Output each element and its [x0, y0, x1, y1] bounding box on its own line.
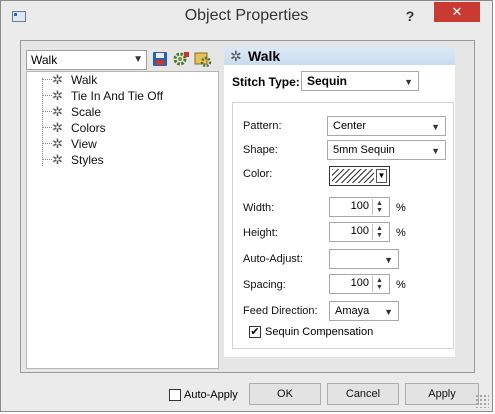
gear-icon: ✲ — [52, 120, 63, 135]
save-icon[interactable] — [151, 50, 169, 68]
chevron-down-icon: ▼ — [404, 77, 413, 87]
tree-item-label: Walk — [71, 73, 98, 87]
properties-tree: ✲ Walk ✲ Tie In And Tie Off ✲ Scale ✲ Co… — [26, 71, 219, 369]
spin-down-icon[interactable]: ▼ — [376, 284, 383, 291]
cancel-button[interactable]: Cancel — [327, 383, 399, 405]
stitch-type-select[interactable]: Sequin ▼ — [301, 71, 419, 91]
spacing-value: 100 — [350, 277, 369, 289]
spin-up-icon[interactable]: ▲ — [376, 277, 383, 284]
spacing-spinner[interactable]: 100 ▲ ▼ — [329, 274, 390, 294]
width-label: Width: — [243, 202, 275, 214]
resize-grip[interactable] — [475, 394, 489, 408]
tree-item-label: View — [71, 137, 97, 151]
tree-connector — [42, 78, 43, 166]
shape-value: 5mm Sequin — [333, 144, 395, 156]
spinner-buttons[interactable]: ▲ ▼ — [372, 199, 388, 215]
gear-icon: ✲ — [52, 88, 63, 103]
spin-down-icon[interactable]: ▼ — [376, 207, 383, 214]
color-label: Color: — [243, 168, 273, 180]
tree-connector — [42, 127, 52, 128]
height-label: Height: — [243, 227, 278, 239]
width-value: 100 — [350, 200, 369, 212]
shape-select[interactable]: 5mm Sequin ▼ — [327, 140, 446, 160]
sequin-compensation-checkbox[interactable]: ✔ — [249, 326, 261, 338]
color-swatch-pattern — [332, 169, 374, 183]
tree-item-label: Styles — [71, 153, 104, 167]
tree-connector — [42, 143, 52, 144]
checkmark-icon: ✔ — [250, 326, 260, 338]
panel-header: ✲ Walk — [224, 47, 455, 65]
tree-connector — [42, 79, 52, 80]
tree-connector — [42, 159, 52, 160]
gear-icon: ✲ — [52, 104, 63, 119]
spacing-label: Spacing: — [243, 279, 286, 291]
pattern-label: Pattern: — [243, 120, 282, 132]
stitch-type-label: Stitch Type: — [232, 75, 300, 89]
chevron-down-icon: ▼ — [376, 169, 387, 183]
tree-item-label: Tie In And Tie Off — [71, 89, 164, 103]
spin-down-icon[interactable]: ▼ — [376, 232, 383, 239]
auto-apply-checkbox[interactable] — [169, 389, 181, 401]
auto-adjust-select[interactable]: ▼ — [329, 249, 399, 269]
spin-up-icon[interactable]: ▲ — [376, 200, 383, 207]
pattern-select[interactable]: Center ▼ — [327, 116, 446, 136]
height-value: 100 — [350, 225, 369, 237]
chevron-down-icon: ▼ — [133, 54, 143, 65]
chevron-down-icon: ▼ — [384, 307, 393, 317]
tree-connector — [42, 111, 52, 112]
tree-item-label: Scale — [71, 105, 102, 119]
gear-icon: ✲ — [52, 152, 63, 167]
spinner-buttons[interactable]: ▲ ▼ — [372, 224, 388, 240]
feed-direction-label: Feed Direction: — [243, 305, 318, 317]
tree-connector — [42, 95, 52, 96]
sequin-compensation-label: Sequin Compensation — [265, 326, 374, 338]
tree-item-label: Colors — [71, 121, 106, 135]
feed-direction-select[interactable]: Amaya ▼ — [329, 301, 399, 321]
width-spinner[interactable]: 100 ▲ ▼ — [329, 197, 390, 217]
spinner-buttons[interactable]: ▲ ▼ — [372, 276, 388, 292]
shape-label: Shape: — [243, 144, 278, 156]
auto-apply-label: Auto-Apply — [184, 389, 238, 401]
gear-icon: ✲ — [52, 72, 63, 87]
height-unit: % — [396, 227, 406, 239]
object-selector-value: Walk — [31, 53, 58, 67]
spacing-unit: % — [396, 279, 406, 291]
help-button[interactable]: ? — [399, 5, 421, 27]
chevron-down-icon: ▼ — [431, 122, 440, 132]
auto-adjust-label: Auto-Adjust: — [243, 253, 303, 265]
chevron-down-icon: ▼ — [384, 255, 393, 265]
width-unit: % — [396, 202, 406, 214]
color-picker[interactable]: ▼ — [329, 166, 390, 186]
title-bar[interactable]: Object Properties ? ✕ — [1, 1, 492, 33]
apply-button[interactable]: Apply — [405, 383, 479, 405]
stitch-type-value: Sequin — [307, 74, 348, 88]
close-button[interactable]: ✕ — [434, 2, 480, 22]
gear-settings-icon[interactable] — [172, 50, 190, 68]
chevron-down-icon: ▼ — [431, 146, 440, 156]
gear-icon: ✲ — [52, 136, 63, 151]
ok-button[interactable]: OK — [249, 383, 321, 405]
height-spinner[interactable]: 100 ▲ ▼ — [329, 222, 390, 242]
panel-header-title: Walk — [248, 48, 281, 64]
spin-up-icon[interactable]: ▲ — [376, 225, 383, 232]
object-selector-combo[interactable]: Walk ▼ — [26, 50, 147, 70]
apply-style-icon[interactable] — [194, 50, 212, 68]
pattern-value: Center — [333, 120, 367, 132]
feed-direction-value: Amaya — [335, 305, 370, 317]
gear-icon: ✲ — [230, 48, 242, 64]
